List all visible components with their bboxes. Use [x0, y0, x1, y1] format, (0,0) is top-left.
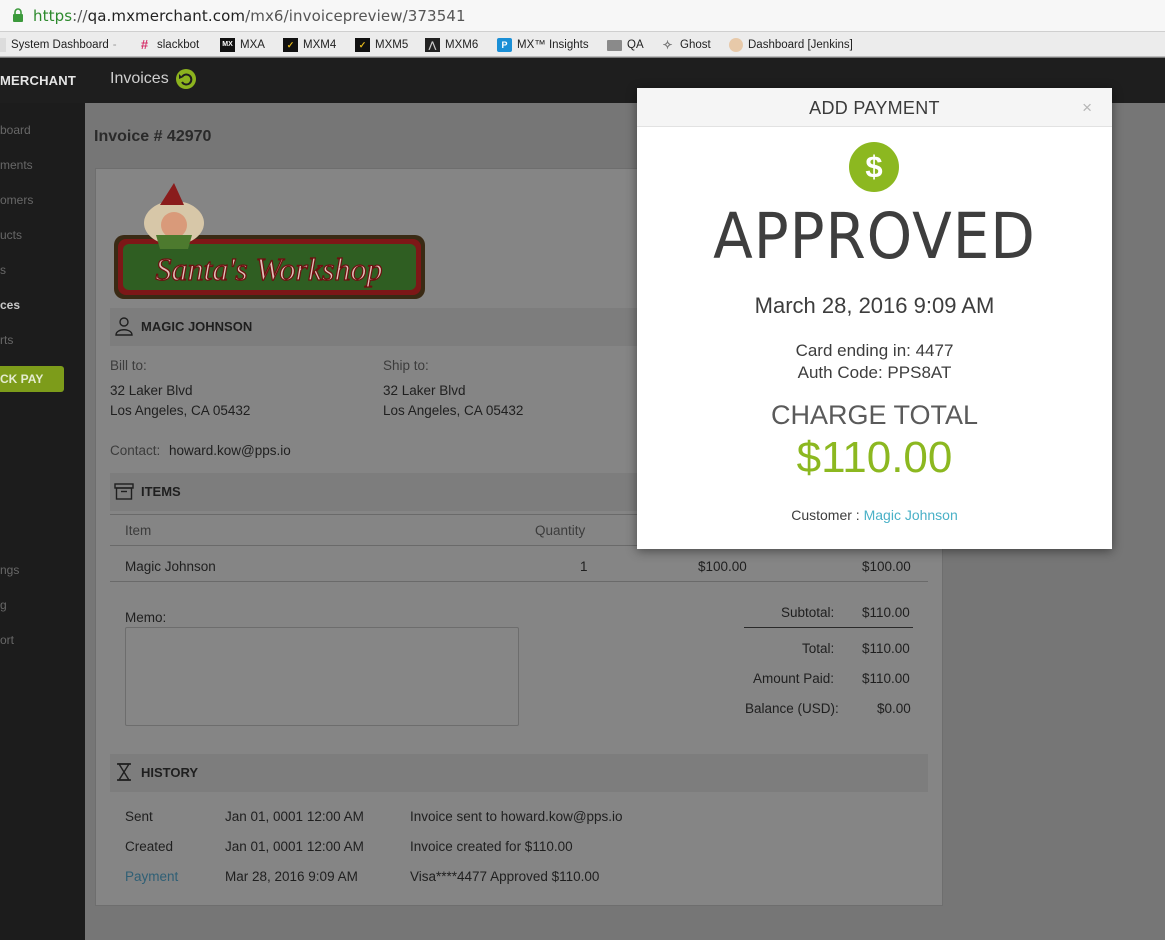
subtotal-value: $110.00	[862, 605, 910, 620]
history-payment-link[interactable]: Payment	[125, 869, 178, 884]
sidebar-item-support[interactable]: ort	[0, 633, 14, 647]
bookmark-jenkins[interactable]: Dashboard [Jenkins]	[729, 36, 853, 54]
check-icon: ✓	[355, 38, 370, 52]
approval-status: APPROVED	[713, 200, 1036, 273]
payment-datetime: March 28, 2016 9:09 AM	[754, 293, 995, 318]
history-date: Jan 01, 0001 12:00 AM	[225, 839, 364, 854]
back-button[interactable]	[176, 69, 196, 89]
contact-email: howard.kow@pps.io	[169, 443, 291, 458]
history-event: Created	[125, 839, 174, 854]
bookmarks-bar: System Dashboard - # slackbot MX MXA ✓ MX…	[0, 32, 1165, 57]
balance-label: Balance (USD):	[745, 701, 839, 716]
history-date: Jan 01, 0001 12:00 AM	[225, 809, 364, 824]
browser-url-bar[interactable]: https://qa.mxmerchant.com/mx6/invoicepre…	[0, 0, 1165, 32]
bookmark-slackbot[interactable]: # slackbot	[137, 36, 199, 54]
mx-icon: MX	[220, 38, 235, 52]
slack-icon: #	[140, 37, 149, 52]
sidebar-item-customers[interactable]: omers	[0, 193, 33, 207]
jenkins-icon	[729, 38, 743, 52]
sidebar-nav: board ments omers ucts s ces rts CK PAY …	[0, 103, 85, 940]
sidebar-item-s[interactable]: s	[0, 263, 6, 277]
bill-to-line-2: Los Angeles, CA 05432	[110, 403, 251, 418]
memo-textarea[interactable]	[125, 627, 519, 726]
customer-label: Customer :	[791, 507, 860, 523]
bookmark-mxm5[interactable]: ✓ MXM5	[355, 36, 408, 54]
quick-pay-button[interactable]: CK PAY	[0, 366, 64, 392]
charge-total-amount: $110.00	[796, 433, 953, 482]
item-amount: $100.00	[862, 559, 911, 574]
modal-header: ADD PAYMENT ×	[637, 88, 1112, 127]
history-detail: Invoice sent to howard.kow@pps.io	[410, 809, 623, 824]
sidebar-item-invoices[interactable]: ces	[0, 298, 20, 312]
history-date: Mar 28, 2016 9:09 AM	[225, 869, 358, 884]
ship-to-line-1: 32 Laker Blvd	[383, 383, 466, 398]
history-section-header: HISTORY	[110, 754, 928, 792]
undo-icon	[179, 73, 193, 86]
sidebar-item-dashboard[interactable]: board	[0, 123, 31, 137]
item-quantity: 1	[580, 559, 588, 574]
url-text[interactable]: https://qa.mxmerchant.com/mx6/invoicepre…	[33, 7, 466, 25]
customer-line: Customer : Magic Johnson	[637, 507, 1112, 523]
sidebar-item-reports[interactable]: rts	[0, 333, 13, 347]
total-value: $110.00	[862, 641, 910, 656]
amount-paid-value: $110.00	[862, 671, 910, 686]
modal-title: ADD PAYMENT	[809, 98, 940, 118]
ship-to-label: Ship to:	[383, 358, 429, 373]
brand-logo[interactable]: MERCHANT	[0, 73, 76, 88]
mountain-icon: ⋀	[425, 38, 440, 52]
close-icon[interactable]: ×	[1082, 98, 1092, 118]
sidebar-item-settings[interactable]: ngs	[0, 563, 19, 577]
history-detail: Invoice created for $110.00	[410, 839, 573, 854]
charge-total-label: CHARGE TOTAL	[770, 400, 979, 430]
item-name: Magic Johnson	[125, 559, 216, 574]
auth-code: Auth Code: PPS8AT	[797, 363, 952, 382]
bookmark-mx-insights[interactable]: P MX™ Insights	[497, 36, 589, 54]
card-ending: Card ending in: 4477	[795, 341, 954, 360]
column-header-quantity: Quantity	[535, 523, 586, 538]
ship-to-line-2: Los Angeles, CA 05432	[383, 403, 524, 418]
customer-name-link[interactable]: Magic Johnson	[864, 507, 958, 523]
hourglass-icon	[117, 763, 131, 781]
section-title: Invoices	[110, 70, 169, 87]
bookmark-ghost[interactable]: ✧ Ghost	[660, 36, 710, 54]
sidebar-item-payments[interactable]: ments	[0, 158, 33, 172]
lock-icon	[13, 8, 23, 22]
sidebar-item-products[interactable]: ucts	[0, 228, 22, 242]
bookmark-qa[interactable]: QA	[607, 36, 644, 54]
logo-text: Santa's Workshop	[155, 251, 382, 287]
invoice-title: Invoice # 42970	[94, 128, 212, 145]
total-label: Total:	[802, 641, 835, 656]
page-icon	[0, 38, 6, 52]
bookmark-mxa[interactable]: MX MXA	[220, 36, 265, 54]
ghost-icon: ✧	[662, 38, 673, 52]
subtotal-label: Subtotal:	[781, 605, 835, 620]
bookmark-system-dashboard[interactable]: System Dashboard -	[0, 36, 117, 54]
bookmark-mxm6[interactable]: ⋀ MXM6	[425, 36, 478, 54]
bill-to-label: Bill to:	[110, 358, 147, 373]
history-detail: Visa****4477 Approved $110.00	[410, 869, 600, 884]
folder-icon	[607, 39, 622, 51]
add-payment-modal: ADD PAYMENT × $ APPROVED March 28, 2016 …	[637, 88, 1112, 549]
check-icon: ✓	[283, 38, 298, 52]
santas-workshop-logo: Santa's Workshop	[114, 183, 425, 299]
bookmark-mxm4[interactable]: ✓ MXM4	[283, 36, 336, 54]
history-event: Sent	[125, 809, 153, 824]
archive-box-icon	[114, 483, 134, 500]
column-header-item: Item	[125, 523, 152, 538]
contact-label: Contact:	[110, 443, 161, 458]
user-icon	[115, 317, 133, 336]
items-row-divider	[110, 581, 928, 582]
balance-value: $0.00	[877, 701, 911, 716]
sidebar-item-g[interactable]: g	[0, 598, 7, 612]
dollar-icon: $	[849, 142, 899, 192]
amount-paid-label: Amount Paid:	[753, 671, 835, 686]
items-heading: ITEMS	[141, 484, 181, 499]
bill-to-line-1: 32 Laker Blvd	[110, 383, 193, 398]
memo-label: Memo:	[125, 610, 167, 625]
totals-divider	[744, 627, 913, 628]
p-icon: P	[497, 38, 512, 52]
item-price: $100.00	[698, 559, 747, 574]
history-heading: HISTORY	[141, 765, 199, 780]
customer-name: MAGIC JOHNSON	[141, 319, 253, 334]
